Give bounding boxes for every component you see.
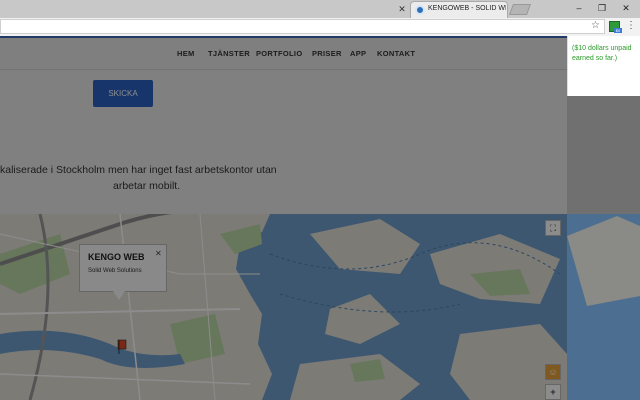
site-navbar: HEM TJÄNSTER PORTFOLIO PRISER APP KONTAK… [0, 36, 567, 70]
info-text-line-2: arbetar mobilt. [113, 180, 181, 192]
map-info-window: KENGO WEB Solid Web Solutions ✕ [79, 244, 167, 292]
page-right-strip [567, 96, 640, 400]
address-bar[interactable] [0, 19, 605, 34]
nav-item-hem[interactable]: HEM [177, 49, 195, 58]
nav-item-kontakt[interactable]: KONTAKT [377, 49, 415, 58]
web-page: HEM TJÄNSTER PORTFOLIO PRISER APP KONTAK… [0, 36, 567, 400]
tab-strip: ✕ KENGOWEB - SOLID WE – ❐ ✕ [0, 0, 640, 18]
send-button[interactable]: SKICKA [93, 80, 153, 107]
info-window-subtitle: Solid Web Solutions [88, 268, 142, 274]
nav-item-tjanster[interactable]: TJÄNSTER [208, 49, 250, 58]
restore-button[interactable]: ❐ [591, 0, 613, 18]
google-map[interactable]: KENGO WEB Solid Web Solutions ✕ ⛶ ☺ + [0, 214, 567, 400]
info-window-title: KENGO WEB [88, 252, 145, 262]
nav-item-priser[interactable]: PRISER [312, 49, 342, 58]
minimize-button[interactable]: – [568, 0, 590, 18]
bookmark-star-icon[interactable]: ☆ [591, 20, 600, 31]
nav-item-portfolio[interactable]: PORTFOLIO [256, 49, 302, 58]
zoom-in-button[interactable]: + [545, 384, 561, 400]
kengoweb-favicon-icon [415, 5, 425, 15]
close-window-button[interactable]: ✕ [615, 0, 637, 18]
extension-earnings-text: ($10 dollars unpaid earned so far.) [572, 44, 640, 64]
fullscreen-icon[interactable]: ⛶ [545, 220, 561, 236]
extension-popup: ($10 dollars unpaid earned so far.) [567, 36, 640, 96]
browser-menu-icon[interactable]: ⋮ [626, 20, 636, 31]
extension-line-2: earned so far.) [572, 55, 618, 62]
tab-title: KENGOWEB - SOLID WE [428, 5, 506, 12]
pegman-icon[interactable]: ☺ [545, 364, 561, 380]
extension-badge: $0 [614, 28, 622, 33]
info-window-pointer [113, 291, 125, 300]
nav-item-app[interactable]: APP [350, 49, 366, 58]
previous-tab-close-icon[interactable]: ✕ [396, 2, 408, 16]
browser-tab[interactable]: KENGOWEB - SOLID WE [410, 1, 508, 18]
right-strip-map [567, 96, 640, 400]
map-tiles [0, 214, 567, 400]
extension-line-1: ($10 dollars unpaid [572, 45, 632, 52]
browser-toolbar: ☆ $0 ⋮ [0, 18, 640, 36]
new-tab-button[interactable] [508, 4, 532, 15]
info-text-line-1: kaliserade i Stockholm men har inget fas… [0, 164, 277, 176]
contact-section: SKICKA kaliserade i Stockholm men har in… [0, 70, 567, 214]
info-window-close-icon[interactable]: ✕ [155, 249, 162, 258]
